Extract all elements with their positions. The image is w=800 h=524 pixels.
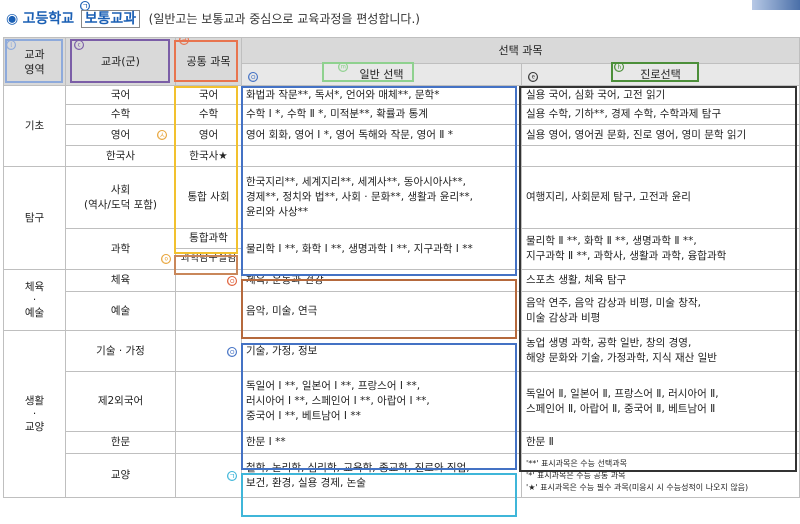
header-elective: 선택 과목 <box>240 37 800 64</box>
marker-common: ㉣ <box>179 38 189 46</box>
general-cell: 한국지리**, 세계지리**, 세계사**, 동아시아사**, 경제**, 정치… <box>241 166 522 229</box>
bullet-icon: ◉ <box>6 11 19 27</box>
header-career: ⓔ ⓗ 진로선택 <box>520 63 800 86</box>
group-cell: 교양 <box>65 453 176 498</box>
group-cell: 국어 <box>65 85 176 105</box>
general-cell: 기술, 가정, 정보 <box>241 330 522 372</box>
general-cell: 화법과 작문**, 독서*, 언어와 매체**, 문학* <box>241 85 522 105</box>
marker-general-right: ⓜ <box>338 63 348 73</box>
group-cell: 제2외국어 <box>65 371 176 432</box>
title-subject: 보통교과 <box>80 10 141 28</box>
group-cell: 사회 (역사/도덕 포함) <box>65 166 176 229</box>
group-cell: 예술 <box>65 291 176 331</box>
career-cell: 한문 Ⅱ <box>520 431 800 454</box>
general-cell: 한문 Ⅰ ** <box>241 431 522 454</box>
group-label: 영어 <box>110 128 131 141</box>
common-science: 통합과학 <box>176 230 241 249</box>
header-career-label: 진로선택 <box>640 68 681 81</box>
marker-english: ㉦ <box>157 130 167 141</box>
group-cell: 기술 · 가정 <box>65 330 176 372</box>
common-cell: ㉧ <box>175 330 242 372</box>
area-basic: 기초 <box>3 85 66 167</box>
common-science-lab: 과학탐구실험 <box>180 253 237 264</box>
page-title: ◉ 고등학교 보통교과 (일반고는 보통교과 중심으로 교육과정을 편성합니다.… <box>6 10 420 28</box>
common-cell: 한국사★ <box>175 145 242 167</box>
common-cell: ㉠ <box>175 453 242 498</box>
career-cell: 음악 연주, 음악 감상과 비평, 미술 창작, 미술 감상과 비평 <box>520 291 800 331</box>
career-cell: 독일어 Ⅱ, 일본어 Ⅱ, 프랑스어 Ⅱ, 러시아어 Ⅱ, 스페인어 Ⅱ, 아랍… <box>520 371 800 432</box>
title-note: (일반고는 보통교과 중심으로 교육과정을 편성합니다.) <box>148 12 420 26</box>
marker-liberal: ㉠ <box>227 471 237 482</box>
marker-area: ⓛ <box>6 40 16 51</box>
career-cell: 여행지리, 사회문제 탐구, 고전과 윤리 <box>520 166 800 229</box>
header-general: ㉧ ⓜ 일반 선택 <box>241 63 522 86</box>
marker-general-left: ㉧ <box>248 72 258 83</box>
header-group: ⓒ 교과(군) <box>65 37 176 86</box>
common-cell: ㉧ <box>175 269 242 292</box>
marker-career-right: ⓗ <box>614 63 624 73</box>
header-area: ⓛ 교과 영역 <box>3 37 66 86</box>
marker-tech: ㉧ <box>227 347 237 358</box>
header-common-label: 공통 과목 <box>186 55 231 68</box>
career-cell: 실용 영어, 영어권 문화, 진로 영어, 영미 문학 읽기 <box>520 124 800 146</box>
common-cell: 수학 <box>175 104 242 125</box>
common-cell <box>175 371 242 432</box>
general-cell: 독일어 Ⅰ **, 일본어 Ⅰ **, 프랑스어 Ⅰ **, 러시아어 Ⅰ **… <box>241 371 522 432</box>
career-cell: 물리학 Ⅱ **, 화학 Ⅱ **, 생명과학 Ⅱ **, 지구과학 Ⅱ **,… <box>520 228 800 270</box>
general-cell: 체육, 운동과 건강 <box>241 269 522 292</box>
group-cell: 한문 <box>65 431 176 454</box>
area-life: 생활 · 교양 <box>3 330 66 498</box>
career-cell: 실용 수학, 기하**, 경제 수학, 수학과제 탐구 <box>520 104 800 125</box>
general-cell <box>241 145 522 167</box>
common-cell <box>175 431 242 454</box>
area-pe-arts: 체육 · 예술 <box>3 269 66 331</box>
group-cell: 수학 <box>65 104 176 125</box>
common-cell: 통합 사회 <box>175 166 242 229</box>
general-cell: 음악, 미술, 연극 <box>241 291 522 331</box>
group-cell: 영어 ㉦ <box>65 124 176 146</box>
career-cell: 스포츠 생활, 체육 탐구 <box>520 269 800 292</box>
general-cell: 물리학 Ⅰ **, 화학 Ⅰ **, 생명과학 Ⅰ **, 지구과학 Ⅰ ** <box>241 228 522 270</box>
career-cell <box>520 145 800 167</box>
legend-line: '**' 표시과목은 수능 선택과목 <box>526 458 627 468</box>
general-cell: 철학, 논리학, 심리학, 교육학, 종교학, 진로와 직업, 보건, 환경, … <box>241 453 522 498</box>
group-cell: 한국사 <box>65 145 176 167</box>
legend-line: '★' 표시과목은 수능 필수 과목(미응시 시 수능성적이 나오지 않음) <box>526 482 749 492</box>
legend-line: '*' 표시과목은 수능 공통 과목 <box>526 470 626 480</box>
header-common: ㉣ 공통 과목 <box>175 37 242 86</box>
area-inquiry: 탐구 <box>3 166 66 270</box>
general-cell: 수학 Ⅰ *, 수학 Ⅱ *, 미적분**, 확률과 통계 <box>241 104 522 125</box>
header-general-label: 일반 선택 <box>359 68 404 81</box>
common-cell <box>175 291 242 331</box>
marker-science-lab: ⓞ <box>161 254 171 265</box>
header-area-label: 교과 영역 <box>24 47 45 76</box>
group-label: 과학 <box>110 242 131 255</box>
common-cell: 영어 <box>175 124 242 146</box>
corner-decoration <box>752 0 800 10</box>
header-group-label: 교과(군) <box>101 55 140 68</box>
common-cell: 국어 <box>175 85 242 105</box>
marker-career-left: ⓔ <box>528 72 538 83</box>
career-cell: '**' 표시과목은 수능 선택과목 '*' 표시과목은 수능 공통 과목 '★… <box>520 453 800 498</box>
marker-group: ⓒ <box>74 40 84 51</box>
group-cell: 체육 <box>65 269 176 292</box>
title-school: 고등학교 <box>22 11 75 27</box>
group-cell: 과학 ⓞ <box>65 228 176 270</box>
common-cell: 통합과학 과학탐구실험 <box>175 228 242 270</box>
curriculum-table: ⓛ 교과 영역 ⓒ 교과(군) ㉣ 공통 과목 선택 과목 ㉧ ⓜ 일반 선택 … <box>3 37 800 498</box>
career-cell: 실용 국어, 심화 국어, 고전 읽기 <box>520 85 800 105</box>
general-cell: 영어 회화, 영어 Ⅰ *, 영어 독해와 작문, 영어 Ⅱ * <box>241 124 522 146</box>
career-cell: 농업 생명 과학, 공학 일반, 창의 경영, 해양 문화와 기술, 가정과학,… <box>520 330 800 372</box>
marker-pe-arts: ㉧ <box>227 276 237 287</box>
